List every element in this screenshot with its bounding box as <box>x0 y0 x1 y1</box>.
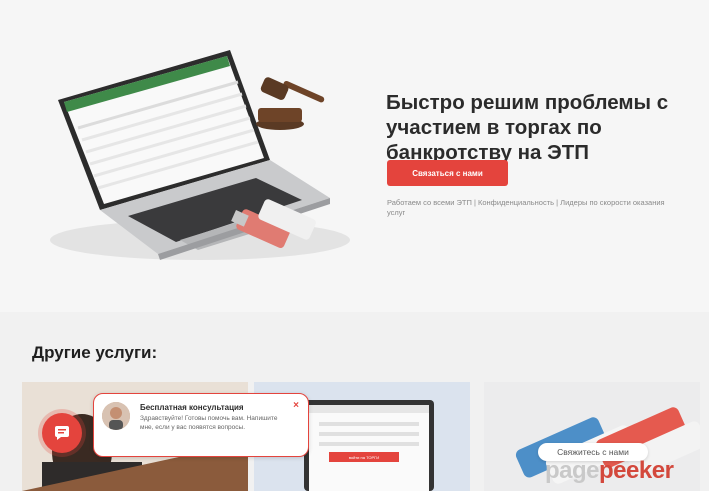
contact-us-button[interactable]: Связаться с нами <box>387 160 508 186</box>
services-title: Другие услуги: <box>32 343 158 362</box>
chat-button[interactable] <box>42 413 82 453</box>
chat-title: Бесплатная консультация <box>140 403 244 412</box>
gavel-icon <box>256 77 325 130</box>
watermark-part1: page <box>545 457 600 484</box>
avatar-icon <box>102 402 130 430</box>
hero-section: Быстро решим проблемы с участием в торга… <box>0 0 709 312</box>
chat-message: Здравствуйте! Готовы помочь вам. Напишит… <box>140 415 278 431</box>
hero-subtitle: Работаем со всеми ЭТП | Конфиденциальнос… <box>387 198 665 217</box>
watermark-part2: peeker <box>599 457 674 484</box>
laptop-icon <box>50 50 350 260</box>
close-icon[interactable]: × <box>293 400 299 411</box>
consultation-chat-popup[interactable]: Бесплатная консультация Здравствуйте! Го… <box>93 393 309 457</box>
chat-icon <box>55 426 69 440</box>
pagepeeker-watermark: pagepeeker <box>545 457 674 484</box>
card2-button-text: войти на ТОРГИ <box>348 455 380 460</box>
hero-title: Быстро решим проблемы с участием в торга… <box>386 90 669 164</box>
